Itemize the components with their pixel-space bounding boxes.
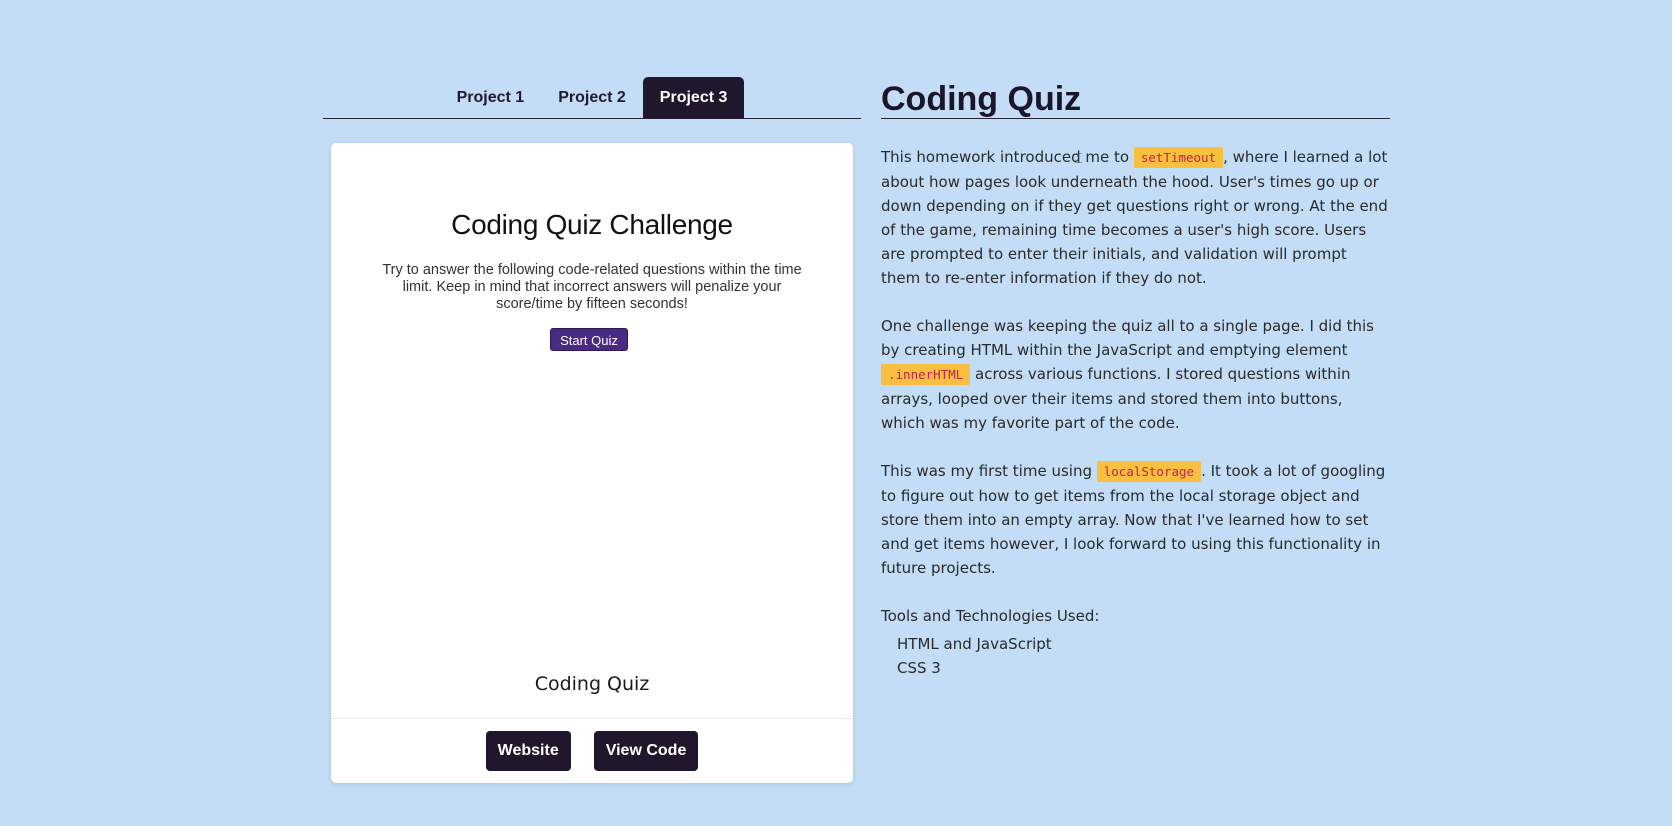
paragraph-1-text-a: This homework introduced me to: [881, 148, 1134, 166]
tools-heading: Tools and Technologies Used:: [881, 607, 1100, 625]
tools-list-item: HTML and JavaScript: [897, 635, 1052, 653]
card-caption: Coding Quiz: [534, 673, 650, 695]
paragraph-3: This was my first time using localStorag…: [881, 459, 1390, 580]
text-cursor-icon: ⌶: [1074, 151, 1083, 167]
tools-list-item: CSS 3: [897, 659, 941, 677]
code-localstorage: localStorage: [1096, 461, 1202, 482]
preview-start-quiz-button: Start Quiz: [550, 328, 628, 351]
project-title: Coding Quiz: [881, 80, 1390, 119]
paragraph-2: One challenge was keeping the quiz all t…: [881, 314, 1390, 435]
tab-project-2[interactable]: Project 2: [541, 77, 643, 118]
paragraph-3-text-a: This was my first time using: [881, 462, 1097, 480]
paragraph-2-text-a: One challenge was keeping the quiz all t…: [881, 317, 1375, 359]
tools-list: HTML and JavaScript CSS 3: [881, 632, 1390, 680]
preview-title: Coding Quiz Challenge: [451, 209, 733, 240]
project-tabs: Project 1 Project 2 Project 3: [323, 77, 861, 119]
view-code-button[interactable]: View Code: [593, 731, 699, 771]
project-description: This homework introduced me to setTimeou…: [881, 145, 1390, 680]
code-settimeout: setTimeout: [1133, 147, 1224, 168]
portfolio-page: Project 1 Project 2 Project 3 Coding Qui…: [0, 0, 1672, 826]
project-card: Coding Quiz Challenge Try to answer the …: [331, 143, 853, 783]
project-preview-screenshot: Coding Quiz Challenge Try to answer the …: [331, 143, 853, 633]
website-button[interactable]: Website: [485, 731, 571, 771]
paragraph-1: This homework introduced me to setTimeou…: [881, 145, 1390, 290]
paragraph-1-text-b: , where I learned a lot about how pages …: [881, 148, 1388, 287]
tab-project-3[interactable]: Project 3: [642, 77, 745, 118]
code-innerhtml: .innerHTML: [881, 364, 971, 385]
card-footer: Website View Code: [331, 718, 853, 783]
tab-project-1[interactable]: Project 1: [440, 77, 542, 118]
project-details: Coding Quiz This homework introduced me …: [881, 80, 1390, 680]
preview-description: Try to answer the following code-related…: [382, 262, 802, 312]
